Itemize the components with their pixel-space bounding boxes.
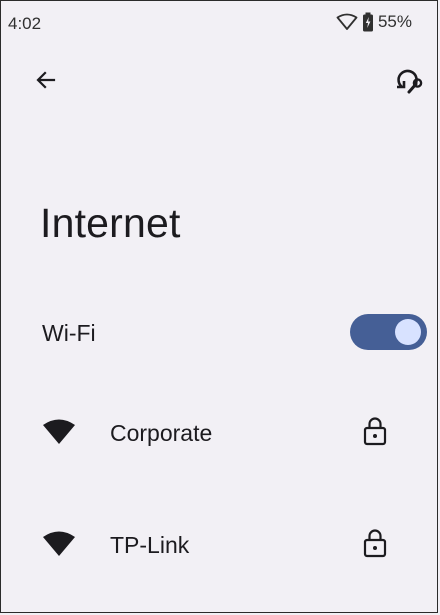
wifi-label: Wi-Fi: [42, 320, 96, 346]
status-bar: 4:02 55%: [0, 0, 440, 46]
battery-icon: [362, 12, 374, 32]
back-button[interactable]: [30, 66, 62, 98]
lock-icon: [362, 415, 388, 447]
network-name: TP-Link: [110, 532, 190, 558]
lock-icon: [362, 527, 388, 559]
status-icons: 55%: [336, 12, 412, 32]
refresh-wrench-icon: [393, 65, 423, 100]
battery-percent: 55%: [377, 12, 412, 31]
status-time: 4:02: [8, 14, 42, 33]
wifi-status-icon: [336, 13, 358, 31]
network-name: Corporate: [110, 420, 213, 446]
wifi-toggle-row[interactable]: Wi-Fi: [0, 300, 440, 364]
network-item-corporate[interactable]: Corporate: [0, 398, 440, 468]
network-item-tp-link[interactable]: TP-Link: [0, 510, 440, 580]
network-reset-button[interactable]: [390, 64, 426, 100]
wifi-toggle-switch[interactable]: [350, 314, 427, 350]
wifi-full-icon: [42, 530, 76, 558]
wifi-full-icon: [42, 418, 76, 446]
toggle-thumb: [395, 319, 421, 345]
arrow-left-icon: [34, 68, 58, 97]
page-title: Internet: [40, 200, 181, 246]
